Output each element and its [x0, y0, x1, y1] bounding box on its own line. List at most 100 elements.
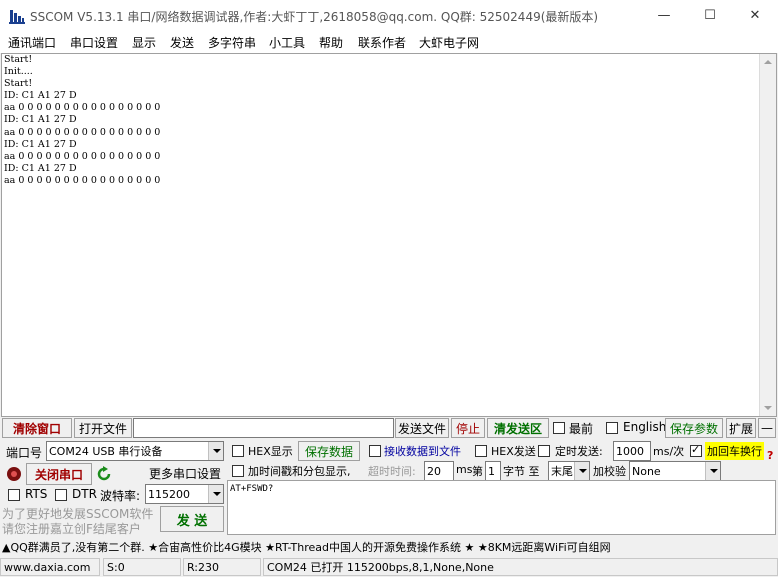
receive-line: aa 0 0 0 0 0 0 0 0 0 0 0 0 0 0 0 0	[4, 150, 161, 162]
minimize-icon: —	[657, 8, 671, 23]
menu-display[interactable]: 显示	[132, 34, 156, 51]
menu-daxia-site[interactable]: 大虾电子网	[419, 34, 479, 51]
recv-to-file-checkbox[interactable]	[369, 445, 381, 457]
hex-display-label: HEX显示	[248, 445, 293, 458]
receive-scrollbar[interactable]	[759, 54, 776, 416]
clear-window-button[interactable]: 清除窗口	[2, 418, 72, 438]
file-path-input[interactable]	[133, 418, 394, 438]
timestamp-checkbox[interactable]	[232, 465, 244, 477]
ad-bar: ▲QQ群满员了,没有第二个群. ★合宙高性价比4G模块 ★RT-Thread中国…	[0, 537, 778, 555]
timeout-input[interactable]: 20	[424, 461, 454, 481]
receive-line: Init....	[4, 66, 33, 78]
menu-multi-string[interactable]: 多字符串	[208, 34, 256, 51]
add-crlf-label: 加回车换行	[705, 442, 764, 460]
menu-bar: 通讯端口 串口设置 显示 发送 多字符串 小工具 帮助 联系作者 大虾电子网	[0, 31, 778, 53]
receive-line: aa 0 0 0 0 0 0 0 0 0 0 0 0 0 0 0 0	[4, 174, 161, 186]
expand-button[interactable]: 扩展	[726, 418, 756, 438]
receive-line: ID: C1 A1 27 D	[4, 90, 77, 102]
topmost-label: 最前	[569, 422, 594, 436]
status-port-info: COM24 已打开 115200bps,8,1,None,None	[263, 558, 778, 576]
scroll-up-icon[interactable]	[764, 60, 772, 64]
english-checkbox[interactable]	[606, 422, 618, 434]
chevron-down-icon	[574, 462, 589, 480]
menu-serial-settings[interactable]: 串口设置	[70, 34, 118, 51]
status-sent-count: S:0	[103, 558, 181, 576]
toolbar-row: 清除窗口 打开文件 发送文件 停止 清发送区 最前 English 保存参数 扩…	[0, 417, 778, 439]
hex-send-checkbox[interactable]	[475, 445, 487, 457]
open-file-button[interactable]: 打开文件	[74, 418, 132, 438]
end-select[interactable]: 末尾	[548, 461, 590, 481]
port-panel: 端口号 COM24 USB 串行设备 关闭串口 更多串口设置 RTS DTR 波…	[2, 440, 226, 536]
stop-button[interactable]: 停止	[451, 418, 485, 438]
baud-label: 波特率:	[100, 489, 141, 503]
promo-line-2: 请您注册嘉立创F结尾客户	[2, 522, 141, 536]
close-port-button[interactable]: 关闭串口	[26, 463, 92, 485]
receive-line: aa 0 0 0 0 0 0 0 0 0 0 0 0 0 0 0 0	[4, 126, 161, 138]
more-settings-button[interactable]: 更多串口设置	[146, 463, 224, 483]
timeout-unit: ms	[456, 463, 473, 476]
interval-unit: ms/次	[653, 445, 685, 458]
topmost-checkbox[interactable]	[553, 422, 565, 434]
send-text: AT+FSWD?	[230, 484, 274, 494]
english-label: English	[623, 420, 667, 434]
maximize-button[interactable]: ☐	[687, 0, 733, 31]
receive-line: aa 0 0 0 0 0 0 0 0 0 0 0 0 0 0 0 0	[4, 102, 161, 114]
menu-help[interactable]: 帮助	[319, 34, 343, 51]
ad-text[interactable]: ▲QQ群满员了,没有第二个群. ★合宙高性价比4G模块 ★RT-Thread中国…	[2, 539, 611, 555]
checksum-select-value: None	[632, 464, 661, 478]
refresh-icon[interactable]	[96, 466, 112, 482]
close-icon: ✕	[749, 8, 761, 23]
save-data-button[interactable]: 保存数据	[298, 441, 360, 461]
baud-select[interactable]: 115200	[145, 484, 224, 504]
chevron-down-icon	[208, 442, 223, 460]
menu-contact-author[interactable]: 联系作者	[358, 34, 406, 51]
port-select-value: COM24 USB 串行设备	[49, 445, 163, 458]
checksum-select[interactable]: None	[629, 461, 721, 481]
dtr-label: DTR	[72, 487, 97, 501]
save-params-button[interactable]: 保存参数	[665, 418, 723, 438]
receive-line: Start!	[4, 54, 33, 65]
rts-label: RTS	[25, 487, 48, 501]
port-label: 端口号	[6, 446, 43, 460]
hex-display-checkbox[interactable]	[232, 445, 244, 457]
minimize-button[interactable]: —	[641, 0, 687, 31]
recv-to-file-label: 接收数据到文件	[384, 445, 461, 458]
receive-area[interactable]: Start! Init.... Start! ID: C1 A1 27 D aa…	[1, 53, 777, 417]
app-icon	[9, 10, 25, 24]
chevron-down-icon	[705, 462, 720, 480]
status-received-count: R:230	[183, 558, 261, 576]
port-select[interactable]: COM24 USB 串行设备	[46, 441, 224, 461]
receive-line: ID: C1 A1 27 D	[4, 114, 77, 126]
send-text-area[interactable]: AT+FSWD?	[227, 480, 776, 535]
interval-input[interactable]: 1000	[613, 441, 651, 461]
title-bar: SSCOM V5.13.1 串口/网络数据调试器,作者:大虾丁丁,2618058…	[0, 0, 778, 31]
status-bar: www.daxia.com S:0 R:230 COM24 已打开 115200…	[0, 557, 778, 577]
end-select-value: 末尾	[551, 465, 573, 478]
menu-tools[interactable]: 小工具	[269, 34, 305, 51]
receive-line: ID: C1 A1 27 D	[4, 162, 77, 174]
scroll-down-icon[interactable]	[764, 406, 772, 410]
baud-select-value: 115200	[148, 487, 190, 501]
rts-checkbox[interactable]	[8, 489, 20, 501]
timestamp-label: 加时间戳和分包显示,	[248, 465, 351, 478]
timed-send-label: 定时发送:	[555, 445, 603, 458]
dtr-checkbox[interactable]	[55, 489, 67, 501]
hex-send-label: HEX发送	[491, 445, 536, 458]
help-icon[interactable]: ?	[767, 449, 773, 462]
menu-send[interactable]: 发送	[170, 34, 194, 51]
checksum-label: 加校验	[593, 465, 626, 478]
byte-label-pre: 第	[472, 465, 483, 478]
menu-comm-port[interactable]: 通讯端口	[8, 34, 56, 51]
add-crlf-checkbox[interactable]	[690, 443, 702, 457]
byte-label-post: 字节 至	[503, 465, 540, 478]
maximize-icon: ☐	[704, 8, 716, 23]
clear-send-button[interactable]: 清发送区	[487, 418, 549, 438]
status-site[interactable]: www.daxia.com	[0, 558, 100, 576]
collapse-button[interactable]: —	[758, 418, 776, 438]
byte-start-input[interactable]: 1	[485, 461, 501, 481]
close-button[interactable]: ✕	[732, 0, 778, 31]
send-button[interactable]: 发 送	[160, 506, 224, 532]
send-file-button[interactable]: 发送文件	[395, 418, 449, 438]
port-status-icon	[7, 467, 21, 481]
timed-send-checkbox[interactable]	[538, 445, 550, 457]
